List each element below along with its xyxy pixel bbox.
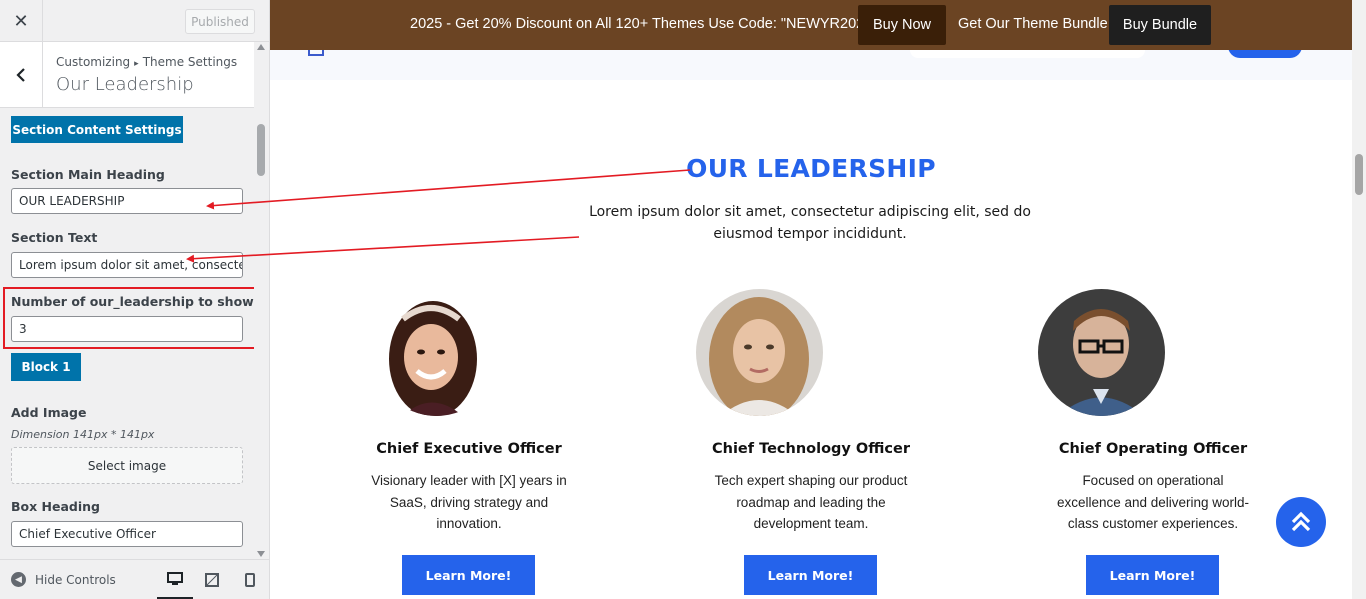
site-preview: 2025 - Get 20% Discount on All 120+ Them… [270, 0, 1366, 599]
tablet-icon [205, 573, 219, 587]
section-content-settings-button[interactable]: Section Content Settings [11, 116, 183, 143]
buy-bundle-button[interactable]: Buy Bundle [1109, 5, 1211, 45]
scrollbar-thumb[interactable] [1355, 154, 1363, 195]
add-image-label: Add Image [11, 405, 87, 420]
sidebar-scrollbar[interactable] [254, 42, 269, 559]
preview-scrollbar[interactable] [1352, 0, 1366, 599]
coo-photo [1038, 289, 1165, 416]
back-to-top-button[interactable] [1276, 497, 1326, 547]
customizer-header-bar: ✕ Published [0, 0, 269, 42]
avatar [373, 289, 500, 416]
count-label: Number of our_leadership to show [11, 294, 254, 309]
block-1-button[interactable]: Block 1 [11, 353, 81, 381]
breadcrumb-parent: Theme Settings [142, 55, 238, 69]
breadcrumb: Customizing ▸ Theme Settings [56, 55, 237, 69]
collapse-icon: ◀ [11, 572, 26, 587]
buy-now-button[interactable]: Buy Now [858, 5, 946, 45]
desktop-icon [167, 571, 183, 585]
select-image-button[interactable]: Select image [11, 447, 243, 484]
panel-title: Our Leadership [56, 74, 194, 95]
chevron-left-icon [16, 68, 25, 82]
header-search-input[interactable] [910, 50, 1145, 58]
main-heading-label: Section Main Heading [11, 167, 165, 182]
section-text-input[interactable]: Lorem ipsum dolor sit amet, consectetur … [11, 252, 243, 278]
dimension-note: Dimension 141px * 141px [11, 428, 155, 441]
learn-more-button[interactable]: Learn More! [744, 555, 877, 595]
preview-desktop-button[interactable] [157, 560, 193, 599]
section-heading: OUR LEADERSHIP [686, 154, 936, 183]
count-input[interactable]: 3 [11, 316, 243, 342]
cto-photo [696, 289, 823, 416]
ceo-photo [373, 289, 500, 416]
scrollbar-thumb[interactable] [257, 124, 265, 176]
mobile-icon [245, 573, 255, 587]
close-customizer-button[interactable]: ✕ [0, 0, 43, 42]
breadcrumb-separator: ▸ [134, 59, 139, 69]
publish-button[interactable]: Published [185, 9, 255, 34]
learn-more-button[interactable]: Learn More! [1086, 555, 1219, 595]
learn-more-button[interactable]: Learn More! [402, 555, 535, 595]
scroll-down-icon[interactable] [257, 551, 265, 557]
box-heading-label: Box Heading [11, 499, 100, 514]
card-description: Tech expert shaping our product roadmap … [714, 473, 908, 531]
leader-card: Chief Executive Officer Visionary leader… [349, 289, 589, 599]
avatar [1038, 289, 1165, 416]
main-heading-input[interactable]: OUR LEADERSHIP [11, 188, 243, 214]
breadcrumb-root: Customizing [56, 55, 131, 69]
bundle-text: Get Our Theme Bundle [958, 16, 1108, 32]
promo-bar: 2025 - Get 20% Discount on All 120+ Them… [270, 0, 1352, 50]
customizer-footer: ◀ Hide Controls [0, 559, 269, 599]
back-button[interactable] [0, 42, 43, 108]
panel-header: Customizing ▸ Theme Settings Our Leadershi… [0, 42, 255, 108]
hide-controls-button[interactable]: ◀ Hide Controls [11, 572, 116, 587]
preview-mobile-button[interactable] [232, 560, 268, 599]
card-description: Focused on operational excellence and de… [1056, 473, 1250, 531]
promo-text: 2025 - Get 20% Discount on All 120+ Them… [410, 16, 878, 32]
customizer-sidebar: ✕ Published Customizing ▸ Theme Settings O… [0, 0, 270, 599]
section-text: Lorem ipsum dolor sit amet, consectetur … [589, 204, 1031, 242]
leader-card: Chief Technology Officer Tech expert sha… [691, 289, 931, 599]
scroll-up-icon[interactable] [257, 44, 265, 50]
avatar [696, 289, 823, 416]
card-title: Chief Executive Officer [376, 441, 562, 457]
double-chevron-up-icon [1291, 511, 1311, 532]
card-title: Chief Technology Officer [711, 441, 910, 457]
leader-card: Chief Operating Officer Focused on opera… [1033, 289, 1273, 599]
card-description: Visionary leader with [X] years in SaaS,… [371, 473, 567, 531]
controls-area: Section Content Settings Section Main He… [0, 109, 254, 559]
section-text-label: Section Text [11, 230, 98, 245]
close-icon: ✕ [13, 10, 29, 32]
hide-controls-label: Hide Controls [35, 572, 116, 587]
card-title: Chief Operating Officer [1058, 441, 1248, 457]
box-heading-input[interactable]: Chief Executive Officer [11, 521, 243, 547]
site-header [270, 44, 1352, 80]
preview-tablet-button[interactable] [194, 560, 230, 599]
